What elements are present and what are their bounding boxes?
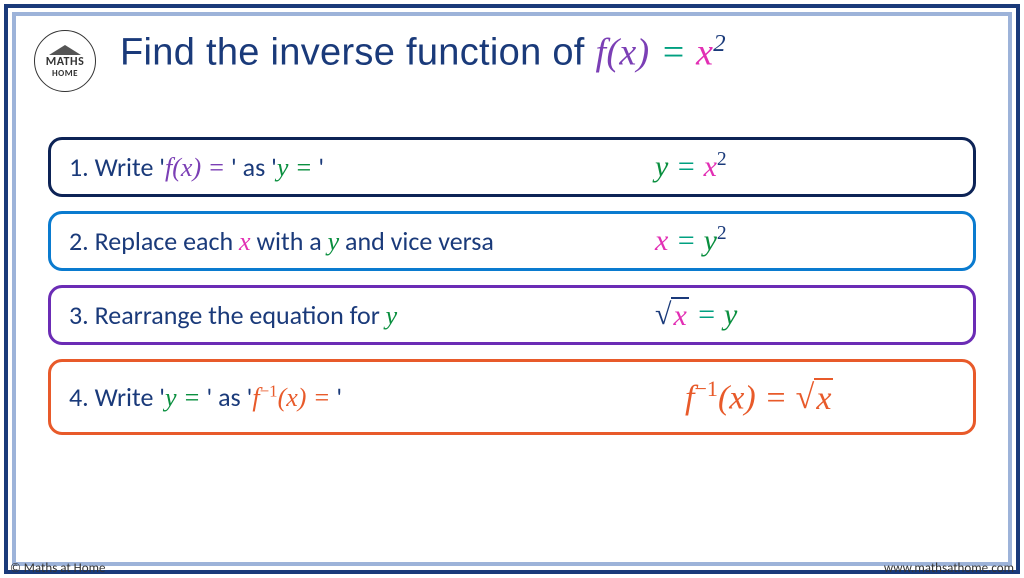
title-fx: f(x) [596,32,650,74]
s3-rhs-x: x [673,299,686,332]
logo-text-bottom: HOME [52,69,78,78]
s1-rhs-eq: = [668,150,703,183]
copyright-text: © Maths at Home [10,561,105,576]
page-title: Find the inverse function of f(x) = x2 [120,30,980,75]
s2-rhs-eq: = [668,224,703,257]
step-4-fiexp: −1 [260,381,278,400]
step-1-num: 1. [69,151,95,183]
s2-rhs-y: y [704,224,717,257]
s3-rhs-eq: = [689,298,724,331]
s2-rhs-x: x [655,224,668,257]
step-2-num: 2. [69,225,95,257]
step-4-text: 4. Write 'y = ' as 'f−1(x) = ' [69,381,342,413]
title-prefix: Find the inverse function of [120,32,596,74]
step-4-y: y = [165,383,201,412]
step-4-t2: ' as ' [201,381,253,413]
logo-badge: MATHS HOME [34,30,96,92]
slide-body: MATHS HOME Find the inverse function of … [12,12,1012,566]
title-exp: 2 [713,30,726,57]
s1-rhs-exp: 2 [717,149,727,170]
step-4: 4. Write 'y = ' as 'f−1(x) = ' f−1(x) = … [48,359,976,435]
step-3-text: 3. Rearrange the equation for y [69,299,397,331]
step-1-text: 1. Write 'f(x) = ' as 'y = ' [69,151,324,183]
step-3-y: y [386,301,398,330]
step-1-t2: ' as ' [225,151,277,183]
step-4-fi: f [252,383,259,412]
step-1-t1: Write ' [95,151,165,183]
step-1-math: y = x2 [655,149,915,184]
s4-rhs-paren: (x) = [718,379,796,416]
step-4-t1: Write ' [95,381,165,413]
s3-rhs-y: y [724,298,737,331]
step-4-t3: ' [330,381,342,413]
title-x: x [696,32,713,74]
step-1-y: y = [277,153,313,182]
step-3-num: 3. [69,299,95,331]
s1-rhs-y: y [655,150,668,183]
step-2-text: 2. Replace each x with a y and vice vers… [69,225,494,257]
step-2-t2: with a [251,225,328,257]
s4-rhs-x: x [814,378,833,418]
s4-rhs-exp: −1 [694,376,718,401]
step-2: 2. Replace each x with a y and vice vers… [48,211,976,271]
sqrt-icon: √x [655,297,689,333]
outer-border: MATHS HOME Find the inverse function of … [4,4,1020,574]
step-3: 3. Rearrange the equation for y √x = y [48,285,976,345]
step-1-fx: f(x) = [165,153,225,182]
steps-container: 1. Write 'f(x) = ' as 'y = ' y = x2 2. R… [44,137,980,435]
step-2-math: x = y2 [655,223,915,258]
logo-text-top: MATHS [46,56,85,68]
step-1: 1. Write 'f(x) = ' as 'y = ' y = x2 [48,137,976,197]
title-eq: = [660,32,696,74]
step-3-t1: Rearrange the equation for [95,299,386,331]
s2-rhs-exp: 2 [717,223,727,244]
s1-rhs-x: x [704,150,717,183]
step-2-t1: Replace each [95,225,239,257]
step-3-math: √x = y [655,297,915,333]
step-2-t3: and vice versa [339,225,494,257]
house-roof-icon [49,45,81,55]
step-2-y: y [328,227,340,256]
step-4-math: f−1(x) = √x [685,376,945,418]
step-1-t3: ' [312,151,324,183]
website-text: www.mathsathome.com [884,561,1014,576]
step-2-x: x [239,227,251,256]
step-4-num: 4. [69,381,95,413]
step-4-fix: (x) = [278,383,331,412]
sqrt-icon-result: √x [796,378,834,418]
